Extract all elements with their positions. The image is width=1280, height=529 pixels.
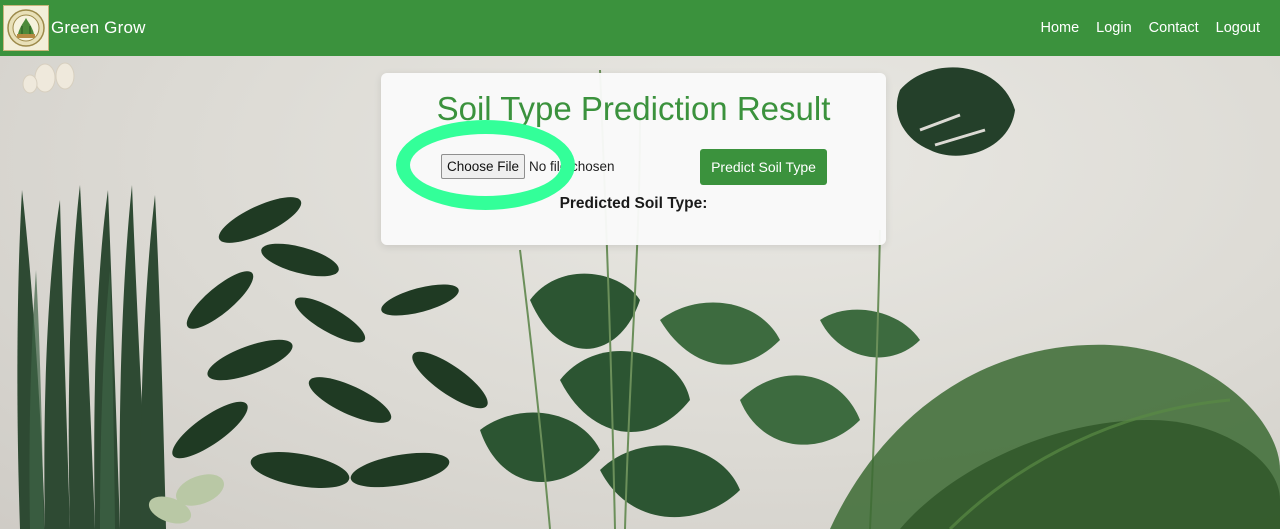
- nav-home-link[interactable]: Home: [1040, 20, 1079, 36]
- predicted-soil-type-label: Predicted Soil Type:: [559, 195, 708, 212]
- green-grow-logo: [3, 5, 49, 51]
- brand-name: Green Grow: [51, 18, 146, 37]
- nav-logout-link[interactable]: Logout: [1216, 20, 1260, 36]
- file-status-text: No file chosen: [529, 159, 615, 174]
- navbar: Green Grow Home Login Contact Logout: [0, 0, 1280, 56]
- predict-soil-type-button[interactable]: Predict Soil Type: [700, 149, 827, 185]
- brand[interactable]: Green Grow: [3, 5, 146, 51]
- nav-login-link[interactable]: Login: [1096, 20, 1131, 36]
- choose-file-button[interactable]: Choose File: [441, 154, 525, 179]
- nav-links: Home Login Contact Logout: [1040, 20, 1260, 36]
- nav-contact-link[interactable]: Contact: [1149, 20, 1199, 36]
- page-title: Soil Type Prediction Result: [436, 90, 831, 127]
